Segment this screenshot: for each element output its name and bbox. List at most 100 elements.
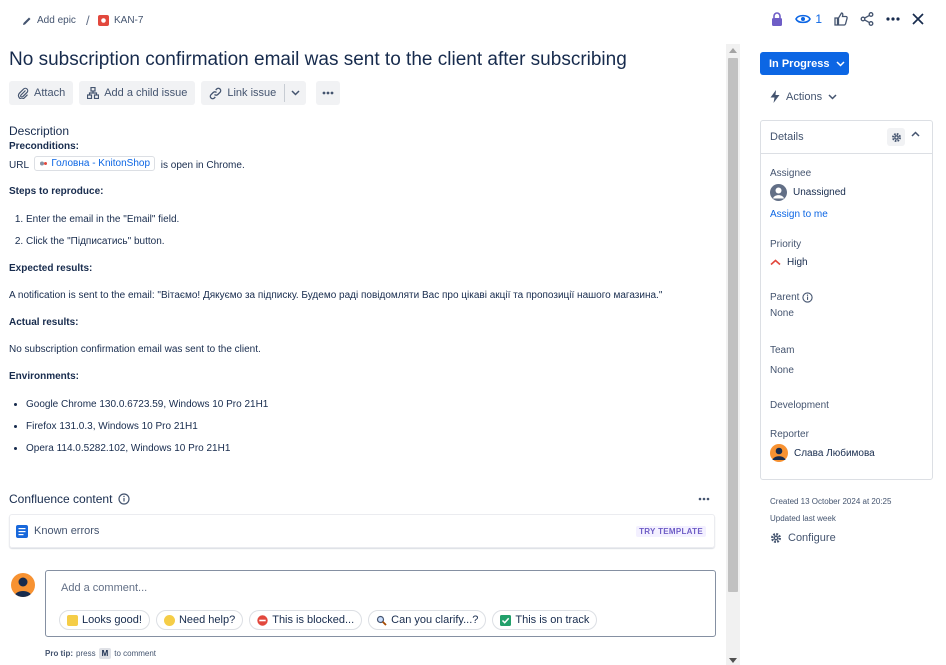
suggestion-clarify[interactable]: Can you clarify...?	[368, 610, 487, 630]
chevron-up-icon[interactable]	[911, 131, 920, 137]
link-issue-split: Link issue	[201, 81, 307, 105]
pro-tip: Pro tip: press M to comment	[45, 648, 156, 659]
comment-suggestions: Looks good! Need help? This is blocked..…	[59, 610, 598, 630]
more-icon[interactable]	[886, 17, 900, 21]
priority-high-icon	[770, 259, 781, 266]
attach-button[interactable]: Attach	[9, 81, 74, 105]
suggestion-blocked[interactable]: This is blocked...	[249, 610, 363, 630]
scroll-down-arrow[interactable]	[729, 658, 737, 663]
eye-icon	[795, 14, 812, 24]
protip-key: M	[98, 648, 112, 659]
add-epic-link[interactable]: Add epic	[22, 15, 76, 26]
environment-item: Google Chrome 130.0.6723.59, Windows 10 …	[26, 399, 268, 410]
avatar	[11, 573, 35, 597]
top-bar: Add epic / KAN-7 1	[0, 0, 946, 44]
add-child-issue-button[interactable]: Add a child issue	[79, 81, 196, 105]
priority-value[interactable]: High	[770, 257, 808, 268]
watch-button[interactable]: 1	[795, 12, 822, 26]
thumbs-up-icon[interactable]	[834, 12, 848, 26]
parent-label: Parent	[770, 292, 800, 303]
chevron-down-icon	[291, 90, 300, 96]
wave-icon	[163, 614, 175, 626]
suggestion-label: This is blocked...	[272, 614, 355, 626]
info-icon[interactable]	[802, 292, 814, 303]
issue-title[interactable]: No subscription confirmation email was s…	[9, 49, 627, 71]
bug-type-icon	[98, 15, 109, 26]
link-icon	[210, 87, 222, 99]
description-heading: Description	[9, 124, 70, 138]
suggestion-looks-good[interactable]: Looks good!	[59, 610, 150, 630]
confluence-card-title: Known errors	[34, 525, 100, 537]
status-label: In Progress	[769, 57, 830, 70]
steps-list: Enter the email in the "Email" field. Cl…	[26, 214, 179, 258]
suggestion-label: Looks good!	[82, 614, 142, 626]
info-icon[interactable]	[118, 493, 131, 505]
suggestion-on-track[interactable]: This is on track	[492, 610, 598, 630]
actual-label: Actual results:	[9, 317, 79, 328]
link-issue-label: Link issue	[227, 87, 277, 99]
link-issue-button[interactable]: Link issue	[201, 81, 284, 105]
issue-main-pane: No subscription confirmation email was s…	[0, 44, 726, 665]
reporter-name: Слава Любимова	[794, 447, 875, 459]
team-value[interactable]: None	[770, 365, 794, 376]
details-panel: Details Assignee Unassigned Assign to me…	[760, 120, 933, 480]
more-icon	[698, 497, 710, 501]
lock-icon[interactable]	[771, 12, 783, 26]
lightning-icon	[770, 90, 780, 103]
environments-label: Environments:	[9, 371, 80, 382]
assign-to-me-link[interactable]: Assign to me	[770, 209, 828, 220]
more-actions-button[interactable]	[316, 81, 341, 105]
status-dropdown[interactable]: In Progress	[760, 52, 849, 75]
gear-icon	[771, 533, 781, 543]
priority-name: High	[787, 257, 808, 268]
url-suffix: is open in Chrome.	[160, 160, 245, 171]
close-icon[interactable]	[912, 13, 924, 25]
scroll-thumb[interactable]	[728, 58, 738, 592]
expected-label: Expected results:	[9, 263, 93, 274]
confluence-more-button[interactable]	[698, 490, 710, 504]
suggestion-label: Can you clarify...?	[391, 614, 479, 626]
share-icon[interactable]	[860, 12, 874, 26]
user-avatar-icon	[14, 577, 32, 597]
issue-key-link[interactable]: KAN-7	[98, 15, 143, 26]
url-chip-label: Головна - KnitonShop	[51, 158, 151, 169]
add-epic-label: Add epic	[37, 15, 76, 26]
chevron-down-icon	[836, 60, 845, 67]
details-title: Details	[770, 131, 804, 143]
updated-date: Updated last week	[770, 514, 836, 523]
actions-label: Actions	[786, 90, 823, 103]
magnifier-icon	[377, 615, 387, 626]
protip-press: press	[76, 649, 96, 658]
reporter-label: Reporter	[770, 429, 809, 440]
suggestion-need-help[interactable]: Need help?	[155, 610, 244, 630]
issue-toolbar: Attach Add a child issue Link issue	[9, 81, 341, 105]
actions-dropdown[interactable]: Actions	[770, 90, 837, 103]
paperclip-icon	[17, 87, 29, 99]
parent-value[interactable]: None	[770, 308, 794, 319]
main-scrollbar[interactable]	[726, 44, 740, 665]
scroll-up-arrow[interactable]	[729, 48, 737, 53]
comment-placeholder[interactable]: Add a comment...	[61, 582, 147, 594]
protip-prefix: Pro tip:	[45, 649, 73, 658]
reporter-value[interactable]: Слава Любимова	[770, 444, 875, 462]
reporter-avatar-icon	[770, 444, 788, 462]
assignee-name: Unassigned	[793, 187, 846, 198]
configure-button[interactable]: Configure	[770, 532, 836, 544]
priority-label: Priority	[770, 239, 802, 250]
suggestion-label: Need help?	[178, 614, 236, 626]
breadcrumb-separator: /	[86, 13, 90, 28]
gear-icon	[891, 132, 901, 142]
url-prefix: URL	[9, 160, 29, 171]
comment-box[interactable]: Add a comment... Looks good! Need help? …	[45, 570, 716, 637]
link-issue-dropdown[interactable]	[285, 81, 306, 105]
environments-list: Google Chrome 130.0.6723.59, Windows 10 …	[26, 399, 268, 465]
confluence-heading: Confluence content	[9, 492, 131, 506]
assignee-value[interactable]: Unassigned	[770, 184, 846, 201]
details-settings-button[interactable]	[887, 128, 905, 146]
step-item: Click the "Підписатись" button.	[26, 236, 179, 247]
try-template-button[interactable]: TRY TEMPLATE	[636, 526, 706, 537]
details-header[interactable]: Details	[761, 121, 932, 154]
url-chip-link[interactable]: Головна - KnitonShop	[34, 156, 156, 171]
confluence-card[interactable]: Known errors TRY TEMPLATE	[9, 514, 715, 548]
configure-label: Configure	[788, 532, 836, 544]
